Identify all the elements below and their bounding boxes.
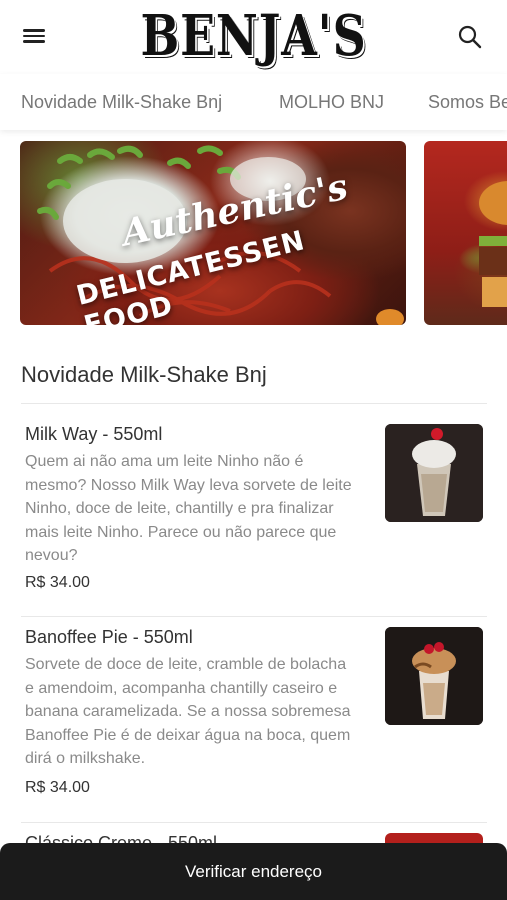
banner-burger-photo[interactable]	[424, 141, 507, 325]
item-name: Milk Way - 550ml	[25, 424, 163, 444]
item-price: R$ 34.00	[25, 779, 90, 796]
tab-molho-bnj[interactable]: MOLHO BNJ	[279, 92, 384, 113]
menu-item-milk-way[interactable]: Milk Way - 550ml Quem ai não ama um leit…	[0, 404, 507, 616]
hamburger-menu-icon[interactable]	[22, 26, 48, 46]
item-price: R$ 34.00	[25, 574, 90, 591]
tab-somos-benjas[interactable]: Somos Benja's	[428, 92, 507, 113]
item-description: Sorvete de doce de leite, cramble de bol…	[25, 656, 351, 767]
tab-novidade-milk-shake[interactable]: Novidade Milk-Shake Bnj	[21, 92, 222, 113]
menu-item-banoffee-pie[interactable]: Banoffee Pie - 550ml Sorvete de doce de …	[0, 617, 507, 822]
app-header: BENJA'S	[0, 0, 507, 74]
burger-image	[479, 181, 507, 307]
item-description: Quem ai não ama um leite Ninho não é mes…	[25, 453, 352, 564]
brand-logo[interactable]: BENJA'S	[46, 4, 462, 68]
item-name: Banoffee Pie - 550ml	[25, 627, 193, 647]
milk-way-shake-image	[385, 424, 483, 522]
verify-address-button[interactable]: Verificar endereço	[0, 843, 507, 900]
search-icon[interactable]	[457, 24, 483, 50]
banner-authentics-delicatessen[interactable]: Authentic's DELICATESSEN FOOD	[20, 141, 406, 325]
banoffee-shake-image	[385, 627, 483, 725]
banner-carousel[interactable]: Authentic's DELICATESSEN FOOD	[0, 141, 507, 325]
category-tabs[interactable]: Novidade Milk-Shake Bnj MOLHO BNJ Somos …	[0, 74, 507, 130]
section-title: Novidade Milk-Shake Bnj	[21, 362, 267, 387]
